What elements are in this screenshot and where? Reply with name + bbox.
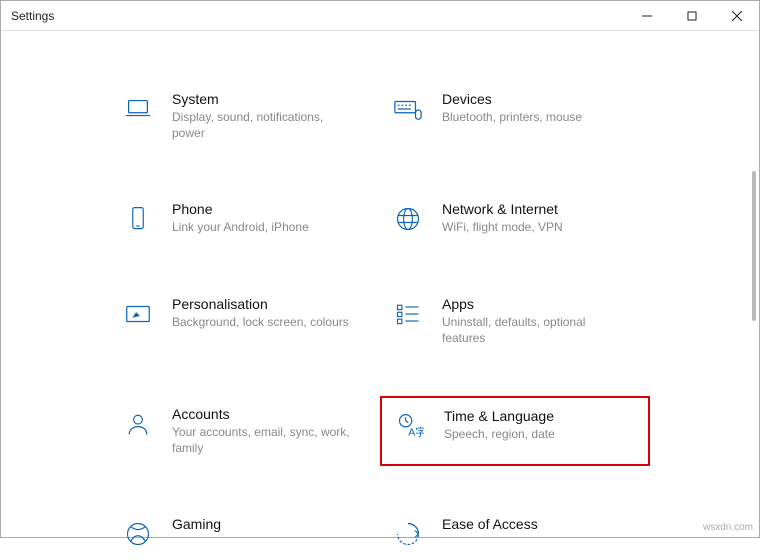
category-phone[interactable]: Phone Link your Android, iPhone [110, 191, 380, 245]
category-desc: Background, lock screen, colours [172, 314, 349, 330]
category-title: Phone [172, 201, 309, 217]
category-title: Network & Internet [442, 201, 563, 217]
category-network[interactable]: Network & Internet WiFi, flight mode, VP… [380, 191, 650, 245]
category-devices[interactable]: Devices Bluetooth, printers, mouse [380, 81, 650, 151]
svg-text:A字: A字 [408, 426, 424, 439]
time-language-icon: A字 [394, 410, 426, 442]
category-apps[interactable]: Apps Uninstall, defaults, optional featu… [380, 286, 650, 356]
maximize-icon [687, 11, 697, 21]
category-desc: Uninstall, defaults, optional features [442, 314, 622, 346]
category-desc: Bluetooth, printers, mouse [442, 109, 582, 125]
settings-home: System Display, sound, notifications, po… [1, 31, 759, 537]
category-time-language[interactable]: A字 Time & Language Speech, region, date [380, 396, 650, 466]
person-icon [122, 408, 154, 440]
category-title: Ease of Access [442, 516, 538, 532]
category-gaming[interactable]: Gaming [110, 506, 380, 560]
category-desc: Your accounts, email, sync, work, family [172, 424, 352, 456]
phone-icon [122, 203, 154, 235]
category-desc: Display, sound, notifications, power [172, 109, 352, 141]
category-title: Time & Language [444, 408, 555, 424]
category-desc: WiFi, flight mode, VPN [442, 219, 563, 235]
ease-of-access-icon [392, 518, 424, 550]
minimize-button[interactable] [624, 1, 669, 30]
category-grid: System Display, sound, notifications, po… [110, 81, 650, 537]
category-desc: Link your Android, iPhone [172, 219, 309, 235]
category-title: Devices [442, 91, 582, 107]
category-title: Accounts [172, 406, 352, 422]
category-system[interactable]: System Display, sound, notifications, po… [110, 81, 380, 151]
category-ease-of-access[interactable]: Ease of Access [380, 506, 650, 560]
globe-icon [392, 203, 424, 235]
window-controls [624, 1, 759, 30]
xbox-icon [122, 518, 154, 550]
titlebar: Settings [1, 1, 759, 31]
category-desc: Speech, region, date [444, 426, 555, 442]
category-title: System [172, 91, 352, 107]
maximize-button[interactable] [669, 1, 714, 30]
laptop-icon [122, 93, 154, 125]
watermark: wsxdn.com [703, 522, 753, 533]
category-title: Personalisation [172, 296, 349, 312]
category-title: Gaming [172, 516, 221, 532]
apps-list-icon [392, 298, 424, 330]
pen-icon [122, 298, 154, 330]
category-title: Apps [442, 296, 622, 312]
window-title: Settings [11, 9, 54, 23]
scrollbar-thumb[interactable] [752, 171, 756, 321]
minimize-icon [642, 11, 652, 21]
category-personalisation[interactable]: Personalisation Background, lock screen,… [110, 286, 380, 356]
close-icon [732, 11, 742, 21]
close-button[interactable] [714, 1, 759, 30]
category-accounts[interactable]: Accounts Your accounts, email, sync, wor… [110, 396, 380, 466]
keyboard-mouse-icon [392, 93, 424, 125]
